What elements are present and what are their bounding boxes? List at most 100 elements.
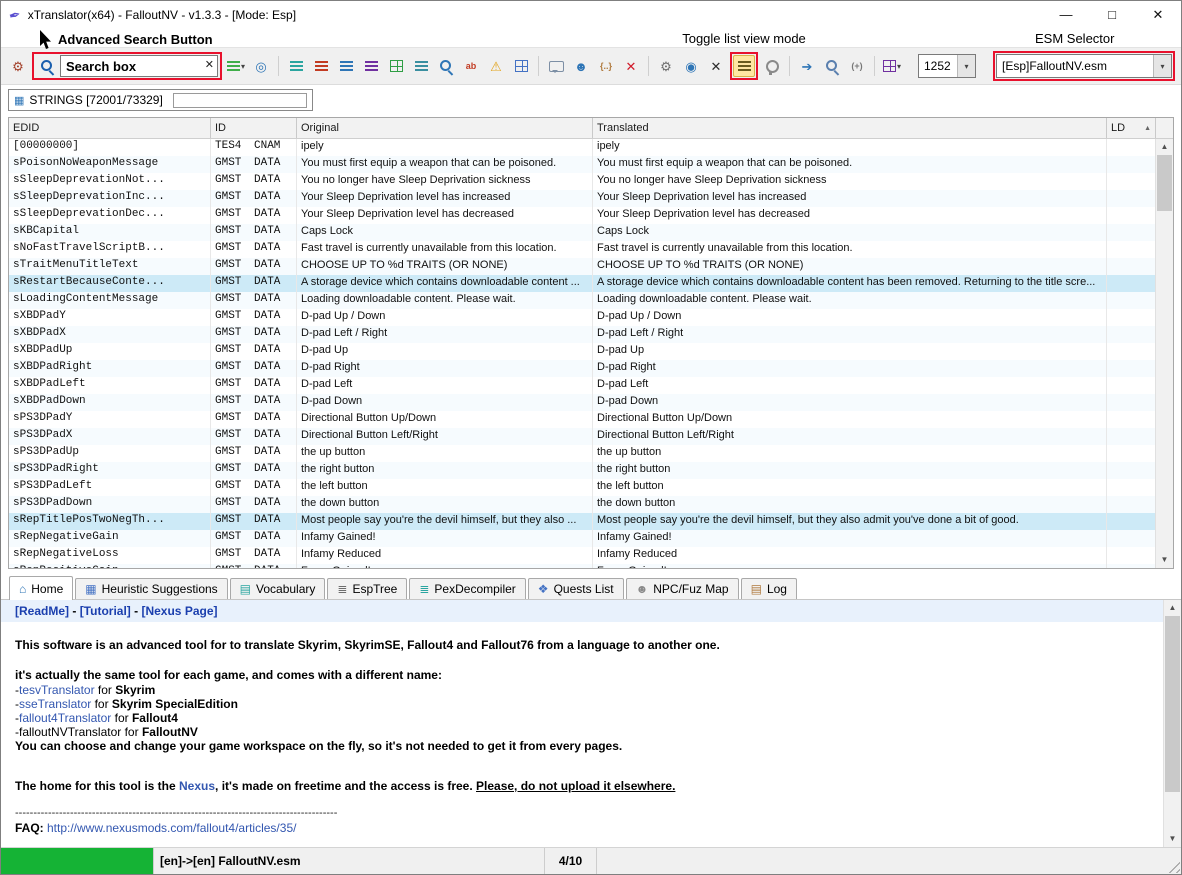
strings-progress-box [172,92,307,108]
faq-link[interactable]: http://www.nexusmods.com/fallout4/articl… [47,821,296,835]
columns-icon[interactable] [510,55,532,77]
esm-selector-combobox[interactable]: [Esp]FalloutNV.esm ▾ [996,54,1172,78]
warnings-icon[interactable]: ⚠ [485,55,507,77]
spellcheck-icon[interactable]: ab [460,55,482,77]
scroll-thumb[interactable] [1157,155,1172,211]
scroll-up-icon[interactable]: ▲ [1156,139,1173,155]
tab-log[interactable]: ▤ Log [740,578,797,599]
table-row[interactable]: sRepTitlePosTwoNegTh... GMST DATA Most peo… [9,513,1155,530]
list-view-translated-icon[interactable] [335,55,357,77]
advanced-search-icon[interactable] [36,55,58,77]
table-row[interactable]: sPS3DPadY GMST DATA Directional Button Up/… [9,411,1155,428]
table-row[interactable]: sPS3DPadUp GMST DATA the up button the up b… [9,445,1155,462]
table-row[interactable]: sNoFastTravelScriptB... GMST DATA Fast tra… [9,241,1155,258]
table-row[interactable]: sPS3DPadDown GMST DATA the down button the … [9,496,1155,513]
table-row[interactable]: sPS3DPadX GMST DATA Directional Button Lef… [9,428,1155,445]
hints-bulb-icon[interactable] [761,55,783,77]
insert-original-icon[interactable]: (+) [846,55,868,77]
strings-tab[interactable]: ▦ STRINGS [72001/73329] [8,89,313,111]
regex-icon[interactable]: {..} [595,55,617,77]
table-row[interactable]: sPoisonNoWeaponMessage GMST DATA You must … [9,156,1155,173]
reload-esp-icon[interactable]: ◉ [680,55,702,77]
close-button[interactable]: ✕ [1135,1,1181,29]
color-legend-icon[interactable]: ▾ [881,55,903,77]
table-row[interactable]: sKBCapital GMST DATA Caps Lock Caps Lock [9,224,1155,241]
minimize-button[interactable]: — [1043,1,1089,29]
clear-translation-icon[interactable]: ✕ [620,55,642,77]
table-row[interactable]: sXBDPadX GMST DATA D-pad Left / Right D-pad… [9,326,1155,343]
table-row[interactable]: sPS3DPadRight GMST DATA the right button th… [9,462,1155,479]
resize-grip[interactable] [1166,859,1180,873]
readme-link[interactable]: [ReadMe] [15,604,69,618]
tab-pexdecompiler[interactable]: ≣ PexDecompiler [409,578,526,599]
table-row[interactable]: sXBDPadUp GMST DATA D-pad Up D-pad Up [9,343,1155,360]
nexus-link[interactable]: Nexus [179,779,215,793]
codepage-dropdown-icon[interactable]: ▾ [957,55,975,77]
tab-esptree[interactable]: ≣ EspTree [327,578,408,599]
table-row[interactable]: sXBDPadY GMST DATA D-pad Up / Down D-pad Up… [9,309,1155,326]
esm-selector-dropdown-icon[interactable]: ▾ [1153,55,1171,77]
column-header-ld[interactable]: LD ▲ [1107,118,1156,138]
tab-npc-fuz-map[interactable]: ☻ NPC/Fuz Map [625,578,739,599]
scroll-track[interactable] [1156,155,1173,552]
search-input[interactable] [60,55,218,77]
table-row[interactable]: sPS3DPadLeft GMST DATA the left button the … [9,479,1155,496]
scroll-thumb[interactable] [1165,616,1180,792]
close-esp-icon[interactable]: ✕ [705,55,727,77]
tutorial-link[interactable]: [Tutorial] [80,604,131,618]
table-row[interactable]: sXBDPadRight GMST DATA D-pad Right D-pad Ri… [9,360,1155,377]
tab-vocabulary[interactable]: ▤ Vocabulary [229,578,326,599]
settings-gear-icon[interactable]: ⚙ [655,55,677,77]
scroll-down-icon[interactable]: ▼ [1164,831,1181,847]
column-header-id[interactable]: ID [211,118,297,138]
clear-search-icon[interactable]: ✕ [205,58,214,71]
options-icon[interactable]: ⚙ [7,55,29,77]
magnifier-icon [40,59,55,74]
table-row[interactable]: [00000000] TES4 CNAM ipely ipely [9,139,1155,156]
table-row[interactable]: sXBDPadDown GMST DATA D-pad Down D-pad Down [9,394,1155,411]
maximize-button[interactable]: □ [1089,1,1135,29]
table-scrollbar[interactable]: ▲ ▼ [1155,139,1173,568]
table-row[interactable]: sSleepDeprevationNot... GMST DATA You no l… [9,173,1155,190]
list-details-icon[interactable] [410,55,432,77]
scroll-down-icon[interactable]: ▼ [1156,552,1173,568]
table-row[interactable]: sRepPositiveGainGMST DATAFame Gained!Fam… [9,564,1155,568]
nexus-page-link[interactable]: [Nexus Page] [141,604,217,618]
tool-name-link[interactable]: sseTranslator [19,697,91,711]
export-translation-icon[interactable]: ➔ [796,55,818,77]
scroll-track[interactable] [1164,616,1181,831]
search-heuristic-icon[interactable] [821,55,843,77]
table-row[interactable]: sLoadingContentMessage GMST DATA Loading d… [9,292,1155,309]
grid-view-icon[interactable] [385,55,407,77]
comments-icon[interactable] [545,55,567,77]
column-header-translated[interactable]: Translated [593,118,1107,138]
npc-voice-icon[interactable]: ☻ [570,55,592,77]
table-row[interactable]: sSleepDeprevationDec... GMST DATA Your Sle… [9,207,1155,224]
filter-search-icon[interactable] [435,55,457,77]
list-view-all-icon[interactable] [285,55,307,77]
scroll-up-icon[interactable]: ▲ [1164,600,1181,616]
table-row[interactable]: sTraitMenuTitleText GMST DATA CHOOSE UP TO… [9,258,1155,275]
cell-ld [1107,411,1155,428]
tool-name-link[interactable]: fallout4Translator [19,711,111,725]
title-bar[interactable]: ✒ xTranslator(x64) - FalloutNV - v1.3.3 … [1,1,1181,29]
tool-name-link[interactable]: tesvTranslator [19,683,95,697]
web-search-icon[interactable]: ◎ [250,55,272,77]
tab-heuristic-suggestions[interactable]: ▦ Heuristic Suggestions [75,578,228,599]
content-scrollbar[interactable]: ▲ ▼ [1163,600,1181,847]
codepage-combobox[interactable]: 1252 ▾ [918,54,976,78]
list-view-validated-icon[interactable] [360,55,382,77]
table-row[interactable]: sRepNegativeLoss GMST DATA Infamy Reduced I… [9,547,1155,564]
api-translate-icon[interactable]: ▾ [225,55,247,77]
column-header-original[interactable]: Original [297,118,593,138]
table-row[interactable]: sXBDPadLeft GMST DATA D-pad Left D-pad Left [9,377,1155,394]
list-view-untranslated-icon[interactable] [310,55,332,77]
toggle-list-view-icon[interactable] [733,55,755,77]
table-row[interactable]: sRestartBecauseConte... GMST DATA A storag… [9,275,1155,292]
tab-quests-list[interactable]: ❖ Quests List [527,578,624,599]
table-row[interactable]: sSleepDeprevationInc... GMST DATA Your Sle… [9,190,1155,207]
column-header-edid[interactable]: EDID [9,118,211,138]
codepage-value: 1252 [924,59,951,73]
table-row[interactable]: sRepNegativeGain GMST DATA Infamy Gained! I… [9,530,1155,547]
tab-home[interactable]: ⌂ Home [9,576,74,600]
